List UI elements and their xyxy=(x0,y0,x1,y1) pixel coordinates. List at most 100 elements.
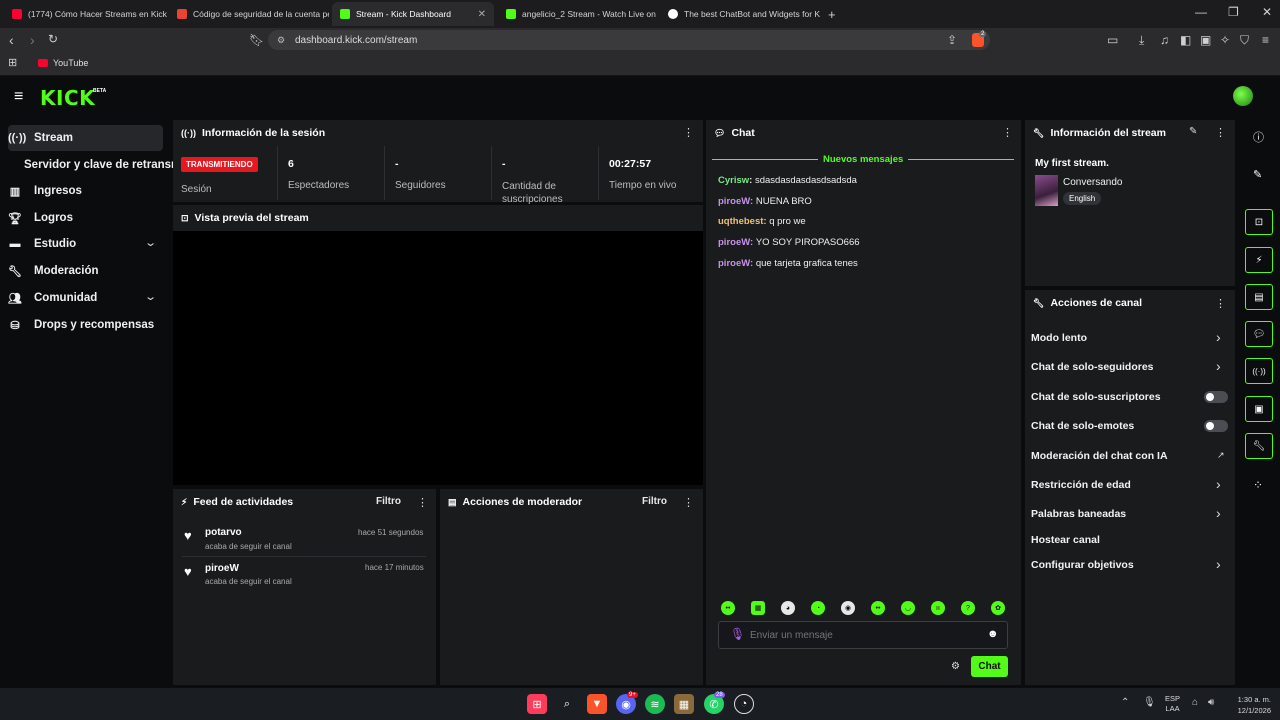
mod-log-toggle-button[interactable]: ▤ xyxy=(1245,284,1273,310)
sidebar-item-ingresos[interactable]: ▥ Ingresos xyxy=(8,178,163,204)
chevron-down-icon[interactable]: ⌄ xyxy=(144,290,157,303)
new-tab-icon[interactable]: + xyxy=(828,8,836,21)
chat-username[interactable]: piroeW xyxy=(718,258,750,269)
chat-toggle-button[interactable]: 💬︎ xyxy=(1245,321,1273,347)
download-icon[interactable]: ⤓ xyxy=(1139,34,1144,46)
emote-icon[interactable]: ◉ xyxy=(841,601,855,615)
tab-kick-stream[interactable]: angelicio_2 Stream - Watch Live on K xyxy=(498,2,656,26)
close-window-icon[interactable]: ✕ xyxy=(1262,6,1272,18)
share-icon[interactable]: ⇪ xyxy=(947,34,957,46)
apps-grid-icon[interactable]: ⊞ xyxy=(8,58,17,69)
minimize-icon[interactable]: — xyxy=(1195,6,1207,18)
chat-username[interactable]: uqthebest xyxy=(718,216,763,227)
windows-start-icon[interactable]: ⊞ xyxy=(527,694,547,714)
music-icon[interactable]: ♫ xyxy=(1160,34,1169,46)
emote-icon[interactable]: ▦ xyxy=(751,601,765,615)
site-info-icon[interactable]: ⚙ xyxy=(277,35,285,46)
forward-icon[interactable]: › xyxy=(30,33,35,47)
info-icon[interactable]: ⓘ xyxy=(1253,129,1264,145)
session-toggle-button[interactable]: ((·)) xyxy=(1245,358,1273,384)
edit-icon[interactable]: ✎ xyxy=(1253,168,1262,181)
bookmark-youtube[interactable]: YouTube xyxy=(53,58,88,68)
sidebar-item-estudio[interactable]: ▬ Estudio xyxy=(8,231,163,257)
chevron-right-icon[interactable]: › xyxy=(1216,505,1221,521)
language-indicator[interactable]: ESP LAA xyxy=(1165,694,1180,714)
microphone-icon[interactable]: 🎙︎ xyxy=(730,627,745,641)
more-options-icon[interactable]: ⋮ xyxy=(683,126,694,139)
age-restriction-label[interactable]: Restricción de edad xyxy=(1031,479,1131,491)
gear-icon[interactable]: ⚙ xyxy=(951,661,960,672)
emote-icon[interactable]: •• xyxy=(871,601,885,615)
tab-botrix[interactable]: The best ChatBot and Widgets for Kic xyxy=(660,2,820,26)
feed-filter-button[interactable]: Filtro xyxy=(376,496,401,507)
clock[interactable]: 1:30 a. m. 12/1/2026 xyxy=(1229,694,1271,716)
chat-input[interactable] xyxy=(750,626,970,644)
tab-search-icon[interactable]: ▭ xyxy=(1107,34,1118,46)
vpn-icon[interactable]: ⛉ xyxy=(1240,34,1249,46)
emotes-only-toggle[interactable] xyxy=(1204,420,1228,432)
close-tab-icon[interactable]: ✕ xyxy=(478,9,486,20)
spotify-icon[interactable]: ≋ xyxy=(645,694,665,714)
category-thumbnail[interactable] xyxy=(1035,175,1058,206)
sidebar-toggle-icon[interactable]: ◧ xyxy=(1180,34,1191,46)
emote-icon[interactable]: •• xyxy=(721,601,735,615)
tab-gmail[interactable]: Código de seguridad de la cuenta pe xyxy=(169,2,329,26)
host-channel-label[interactable]: Hostear canal xyxy=(1031,534,1100,546)
emote-icon[interactable]: ◕ xyxy=(781,601,795,615)
chevron-right-icon[interactable]: › xyxy=(1216,358,1221,374)
activity-toggle-button[interactable]: ⚡︎ xyxy=(1245,247,1273,273)
external-link-icon[interactable]: ↗ xyxy=(1217,450,1225,461)
goals-label[interactable]: Configurar objetivos xyxy=(1031,559,1134,571)
chat-username[interactable]: piroeW xyxy=(718,237,750,248)
reload-icon[interactable]: ↻ xyxy=(48,33,58,45)
edit-icon[interactable]: ✎ xyxy=(1189,126,1197,137)
followers-only-label[interactable]: Chat de solo-seguidores xyxy=(1031,361,1154,373)
banned-words-label[interactable]: Palabras baneadas xyxy=(1031,508,1126,520)
mod-filter-button[interactable]: Filtro xyxy=(642,496,667,507)
widgets-icon[interactable]: ⁘ xyxy=(1253,478,1263,492)
more-options-icon[interactable]: ⋮ xyxy=(683,496,694,509)
more-options-icon[interactable]: ⋮ xyxy=(417,496,428,509)
ai-moderation-label[interactable]: Moderación del chat con IA xyxy=(1031,450,1168,462)
avatar[interactable] xyxy=(1233,86,1253,106)
hamburger-menu-icon[interactable]: ≡ xyxy=(14,88,23,106)
volume-icon[interactable]: 🔊︎ xyxy=(1208,698,1214,708)
channel-actions-toggle-button[interactable]: 🔧︎ xyxy=(1245,433,1273,459)
brave-icon[interactable]: ▼ xyxy=(587,694,607,714)
stream-info-toggle-button[interactable]: ▣ xyxy=(1245,396,1273,422)
chevron-down-icon[interactable]: ⌄ xyxy=(144,236,157,249)
feed-user[interactable]: potarvo xyxy=(205,527,242,538)
emote-icon[interactable]: ✿ xyxy=(991,601,1005,615)
sidebar-item-moderacion[interactable]: 🔧︎ Moderación xyxy=(8,258,163,284)
emote-icon[interactable]: ıı xyxy=(931,601,945,615)
search-icon[interactable]: ⌕ xyxy=(557,694,577,714)
back-icon[interactable]: ‹ xyxy=(9,33,14,47)
leo-ai-icon[interactable]: ✧ xyxy=(1220,34,1230,46)
emote-icon[interactable]: ◡ xyxy=(901,601,915,615)
bookmark-icon[interactable]: 🔖︎ xyxy=(249,34,264,46)
preview-toggle-button[interactable]: ⊡ xyxy=(1245,209,1273,235)
emoji-icon[interactable]: ☻ xyxy=(987,628,999,640)
sidebar-item-server-key[interactable]: Servidor y clave de retransm xyxy=(8,152,173,178)
microphone-icon[interactable]: 🎙︎ xyxy=(1143,698,1156,708)
sidebar-item-comunidad[interactable]: 👥︎ Comunidad xyxy=(8,285,163,311)
chat-username[interactable]: Cyrisw xyxy=(718,175,749,186)
tab-kick-dashboard[interactable]: Stream - Kick Dashboard ✕ xyxy=(332,2,494,26)
chevron-right-icon[interactable]: › xyxy=(1216,556,1221,572)
send-chat-button[interactable]: Chat xyxy=(971,656,1008,677)
sidebar-item-drops[interactable]: ⛁ Drops y recompensas xyxy=(8,312,163,338)
obs-icon[interactable]: ◔ xyxy=(734,694,754,714)
wallet-icon[interactable]: ▣ xyxy=(1200,34,1211,46)
network-icon[interactable]: ⌂ xyxy=(1192,698,1198,708)
chevron-up-icon[interactable]: ⌃ xyxy=(1121,698,1129,708)
minecraft-icon[interactable]: ▦ xyxy=(674,694,694,714)
more-options-icon[interactable]: ⋮ xyxy=(1215,297,1226,310)
more-options-icon[interactable]: ⋮ xyxy=(1002,126,1013,139)
chevron-right-icon[interactable]: › xyxy=(1216,329,1221,345)
sidebar-item-stream[interactable]: ((·)) Stream xyxy=(8,125,163,151)
stream-preview-video[interactable] xyxy=(173,231,703,485)
emote-icon[interactable]: ? xyxy=(961,601,975,615)
menu-icon[interactable]: ≡ xyxy=(1262,34,1269,46)
subs-only-toggle[interactable] xyxy=(1204,391,1228,403)
kick-logo[interactable]: KICK xyxy=(40,86,95,110)
